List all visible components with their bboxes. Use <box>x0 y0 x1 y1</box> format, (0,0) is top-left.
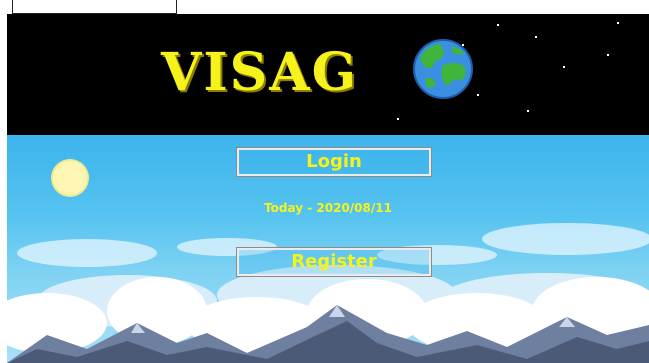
star <box>535 36 537 38</box>
space-header: VISAG <box>7 14 649 135</box>
star <box>617 22 619 24</box>
game-title: VISAG <box>161 42 358 103</box>
register-button[interactable]: Register <box>236 247 432 277</box>
date-text: Today - 2020/08/11 <box>264 201 392 215</box>
star <box>497 24 499 26</box>
star <box>397 118 399 120</box>
star <box>477 94 479 96</box>
star <box>607 54 609 56</box>
sky-background: Login Today - 2020/08/11 Register <box>7 135 649 363</box>
game-screen: VISAG Login Today - 2020/08/11 Register <box>0 0 649 363</box>
star <box>563 66 565 68</box>
star <box>527 110 529 112</box>
login-button[interactable]: Login <box>236 147 432 177</box>
window-tab <box>12 0 177 14</box>
top-strip <box>0 0 649 14</box>
earth-icon <box>413 39 473 99</box>
